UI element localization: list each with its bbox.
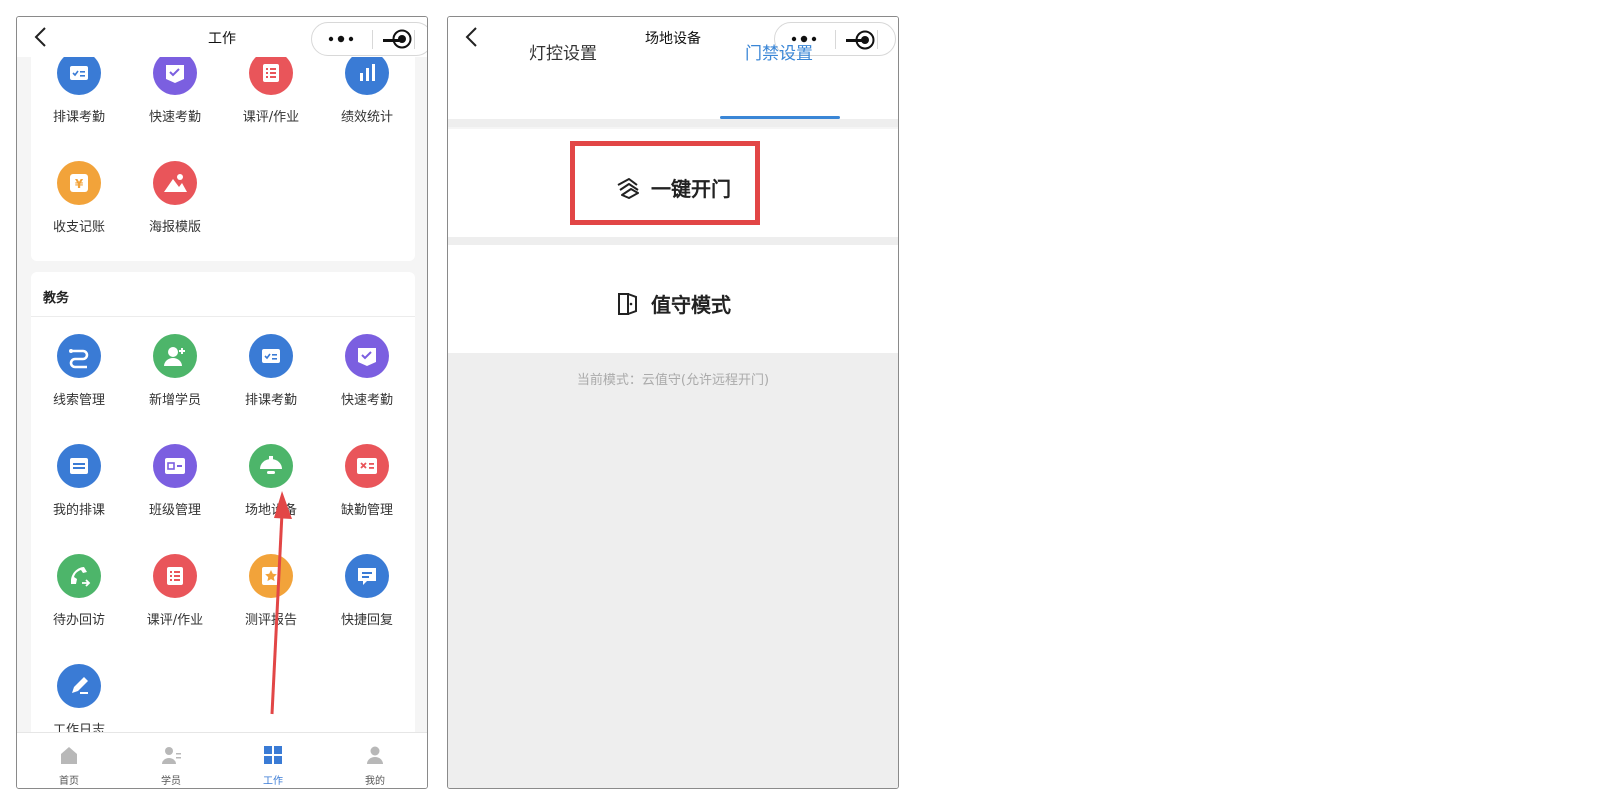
star-report-icon xyxy=(249,554,293,598)
grid-item-label: 缺勤管理 xyxy=(340,503,393,518)
capsule-divider xyxy=(414,30,415,49)
grid-item-label: 海报模版 xyxy=(148,220,201,235)
guard-mode-label: 值守模式 xyxy=(651,293,731,317)
tab-label: 首页 xyxy=(59,776,79,787)
list-icon xyxy=(249,57,293,95)
schedule-icon xyxy=(57,444,101,488)
close-target-icon[interactable] xyxy=(391,28,413,50)
grid-icon xyxy=(264,746,282,764)
grid-item-label: 线索管理 xyxy=(52,393,105,408)
profile-icon xyxy=(367,746,383,764)
tab-access-control[interactable]: 门禁设置 xyxy=(704,39,854,64)
route-icon xyxy=(57,334,101,378)
common-tools-card: 排课考勤 快速考勤 课评/作业 绩效统计 ¥ 收支记账 海报模版 xyxy=(31,57,415,261)
grid-item-label: 我的排课 xyxy=(52,503,105,518)
phone-icon xyxy=(57,554,101,598)
grid-item-my-schedule[interactable]: 我的排课 xyxy=(31,444,127,534)
divider xyxy=(31,316,415,317)
tab-label: 我的 xyxy=(365,776,385,787)
grid-item-add-student[interactable]: 新增学员 xyxy=(127,334,223,424)
venue-equipment-screen: 场地设备 灯控设置 门禁设置 一键开门 值守模式 当前模式：云值守(允许远程开门… xyxy=(447,16,899,789)
grid-item-label: 快速考勤 xyxy=(340,393,393,408)
message-icon xyxy=(345,554,389,598)
grid-item-quick-attendance-2[interactable]: 快速考勤 xyxy=(319,334,415,424)
yuan-icon: ¥ xyxy=(57,161,101,205)
grid-item-poster-template[interactable]: 海报模版 xyxy=(127,161,223,251)
checklist-icon xyxy=(249,334,293,378)
bottom-tabbar: 首页 学员 工作 我的 xyxy=(17,732,427,788)
highlight-annotation-box xyxy=(570,141,760,225)
grid-item-label: 工作日志 xyxy=(52,723,105,732)
grid-item-absence-management[interactable]: 缺勤管理 xyxy=(319,444,415,534)
mode-info-area: 当前模式：云值守(允许远程开门) xyxy=(448,353,898,788)
grid-item-label: 快速考勤 xyxy=(148,110,201,125)
section-gap xyxy=(448,119,898,127)
grid-item-label: 课评/作业 xyxy=(146,613,204,628)
grid-item-label: 课评/作业 xyxy=(242,110,300,125)
grid-item-label: 排课考勤 xyxy=(244,393,297,408)
students-icon xyxy=(162,747,181,764)
grid-item-income-expense[interactable]: ¥ 收支记账 xyxy=(31,161,127,251)
grid-item-review-homework[interactable]: 课评/作业 xyxy=(223,57,319,141)
grid-item-class-management[interactable]: 班级管理 xyxy=(127,444,223,534)
list-icon xyxy=(153,554,197,598)
guard-mode-button[interactable]: 值守模式 xyxy=(448,289,898,319)
grid-item-assessment-report[interactable]: 测评报告 xyxy=(223,554,319,644)
id-card-icon xyxy=(153,444,197,488)
grid-item-label: 新增学员 xyxy=(148,393,201,408)
grid-item-schedule-attendance[interactable]: 排课考勤 xyxy=(31,57,127,141)
academic-affairs-card: 教务 线索管理 新增学员 排课考勤 快速考勤 我的排课 班级管理 场地设备 缺勤… xyxy=(31,272,415,732)
tab-light-control[interactable]: 灯控设置 xyxy=(488,39,638,64)
check-badge-icon xyxy=(153,57,197,95)
tab-label: 工作 xyxy=(263,776,283,787)
grid-item-label: 待办回访 xyxy=(52,613,105,628)
current-mode-text: 当前模式：云值守(允许远程开门) xyxy=(576,373,770,388)
check-badge-icon xyxy=(345,334,389,378)
grid-item-label: 场地设备 xyxy=(244,503,297,518)
work-screen: 工作 排课考勤 快速考勤 课评/作业 绩效统计 ¥ 收支记账 海报模版 教务 线… xyxy=(16,16,428,789)
tab-profile[interactable]: 我的 xyxy=(325,739,425,787)
svg-text:¥: ¥ xyxy=(75,177,84,191)
tab-label: 学员 xyxy=(161,776,181,787)
grid-item-label: 收支记账 xyxy=(52,220,105,235)
grid-item-lead-management[interactable]: 线索管理 xyxy=(31,334,127,424)
checklist-icon xyxy=(57,57,101,95)
bar-chart-icon xyxy=(345,57,389,95)
grid-item-pending-callback[interactable]: 待办回访 xyxy=(31,554,127,644)
settings-tabs xyxy=(448,57,898,119)
door-icon xyxy=(618,292,637,315)
tab-work[interactable]: 工作 xyxy=(223,739,323,787)
grid-item-venue-equipment[interactable]: 场地设备 xyxy=(223,444,319,534)
grid-item-performance-stats[interactable]: 绩效统计 xyxy=(319,57,415,141)
section-gap xyxy=(448,237,898,245)
lamp-icon xyxy=(249,444,293,488)
navbar: 工作 xyxy=(17,17,427,57)
section-title: 教务 xyxy=(43,291,70,306)
absence-icon xyxy=(345,444,389,488)
more-icon[interactable] xyxy=(326,31,356,47)
grid-item-label: 排课考勤 xyxy=(52,110,105,125)
home-icon xyxy=(61,747,77,764)
tab-students[interactable]: 学员 xyxy=(121,739,221,787)
capsule-divider xyxy=(877,30,878,49)
grid-item-label: 绩效统计 xyxy=(340,110,393,125)
grid-item-review-homework-2[interactable]: 课评/作业 xyxy=(127,554,223,644)
guard-mode-section: 值守模式 xyxy=(448,245,898,353)
image-icon xyxy=(153,161,197,205)
grid-item-quick-attendance[interactable]: 快速考勤 xyxy=(127,57,223,141)
grid-item-label: 班级管理 xyxy=(148,503,201,518)
grid-item-quick-reply[interactable]: 快捷回复 xyxy=(319,554,415,644)
close-target-icon[interactable] xyxy=(854,29,876,51)
add-user-icon xyxy=(153,334,197,378)
grid-item-schedule-attendance-2[interactable]: 排课考勤 xyxy=(223,334,319,424)
capsule-divider xyxy=(372,30,373,49)
grid-item-work-log[interactable]: 工作日志 xyxy=(31,664,127,732)
grid-item-label: 测评报告 xyxy=(244,613,297,628)
tab-home[interactable]: 首页 xyxy=(19,739,119,787)
work-content: 排课考勤 快速考勤 课评/作业 绩效统计 ¥ 收支记账 海报模版 教务 线索管理… xyxy=(17,57,427,732)
edit-icon xyxy=(57,664,101,708)
grid-item-label: 快捷回复 xyxy=(340,613,393,628)
